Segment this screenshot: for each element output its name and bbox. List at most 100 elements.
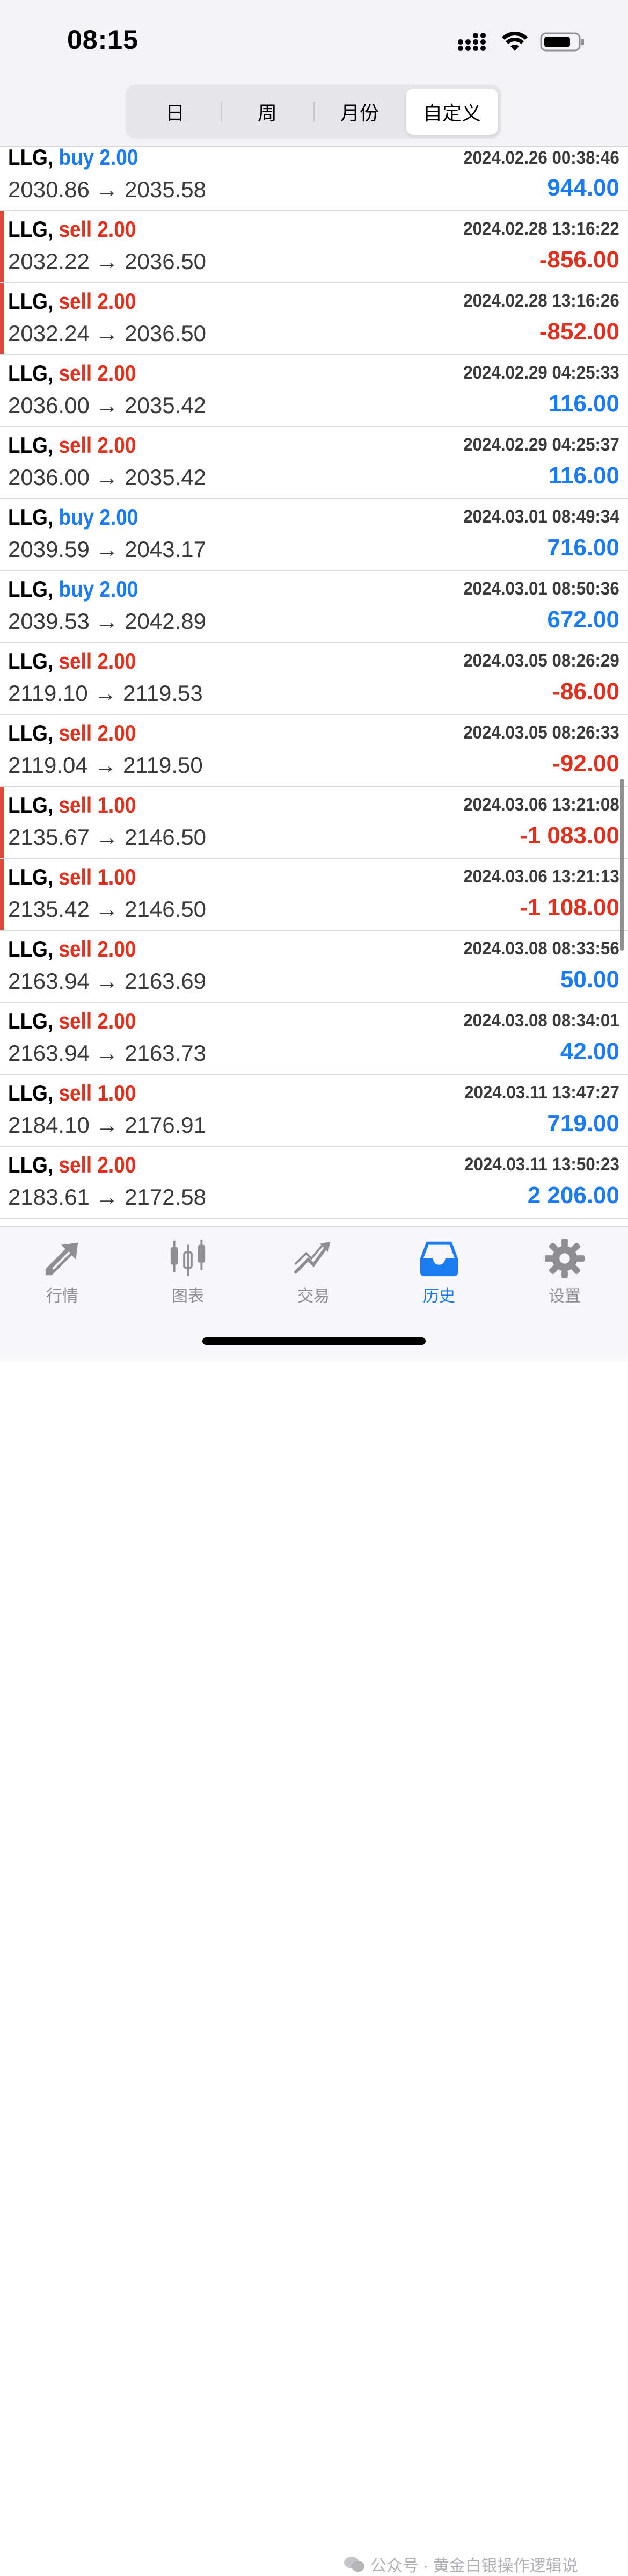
trade-profit: -86.00 [552,678,619,705]
tab-history[interactable]: 历史 [396,1238,482,1306]
arrow: → [96,1112,119,1138]
trade-volume: 2.00 [99,576,138,602]
trade-side-text: sell [59,864,92,889]
tab-chart[interactable]: 图表 [145,1238,231,1306]
tab-custom[interactable]: 自定义 [406,89,498,135]
close-price: 2042.89 [125,609,206,634]
open-price: 2184.10 [8,1112,90,1138]
close-price: 2119.53 [123,681,203,706]
trade-symbol: LLG, [8,216,54,242]
trade-row[interactable]: LLG, buy 2.00 2024.02.26 00:38:46 2030.8… [0,144,628,211]
trade-row[interactable]: LLG, sell 1.00 2024.03.06 13:21:13 2135.… [0,859,628,931]
trade-prices: 2039.53 → 2042.89 [8,609,206,634]
trade-row[interactable]: LLG, sell 1.00 2024.03.11 13:47:27 2184.… [0,1075,628,1147]
open-price: 2039.59 [8,537,90,562]
trade-prices: 2036.00 → 2035.42 [8,393,206,418]
tab-settings[interactable]: 设置 [522,1238,608,1306]
trade-time: 2024.02.29 04:25:33 [463,363,619,383]
trade-time: 2024.03.01 08:50:36 [463,578,619,599]
trade-profit: 50.00 [560,966,619,993]
trade-profit: -856.00 [539,247,619,273]
tab-trade-label: 交易 [297,1287,330,1305]
trade-row[interactable]: LLG, sell 2.00 2024.02.28 13:16:26 2032.… [0,283,628,355]
trade-prices: 2135.67 → 2146.50 [8,824,206,850]
tab-chart-label: 图表 [172,1287,204,1305]
trade-side-text: sell [59,648,92,674]
trade-symbol-side: LLG, sell 2.00 [8,936,136,962]
tab-day[interactable]: 日 [129,89,221,135]
trade-side: buy 2.00 [59,504,138,530]
trade-row[interactable]: LLG, sell 2.00 2024.02.28 13:16:22 2032.… [0,211,628,283]
trade-row[interactable]: LLG, sell 2.00 2024.03.05 08:26:33 2119.… [0,715,628,787]
status-icons [457,31,585,53]
open-price: 2119.10 [8,681,88,706]
trade-symbol-side: LLG, buy 2.00 [8,144,138,170]
trade-symbol-side: LLG, sell 2.00 [8,216,136,242]
arrow: → [96,321,119,346]
trade-symbol: LLG, [8,576,54,602]
tab-trade[interactable]: 交易 [271,1238,356,1306]
trade-row[interactable]: LLG, sell 2.00 2024.03.11 13:50:23 2183.… [0,1147,628,1219]
trade-volume: 2.00 [97,288,136,314]
close-price: 2035.42 [125,465,206,490]
trade-volume: 2.00 [97,216,136,242]
scrollbar[interactable] [620,779,624,951]
trade-profit: 116.00 [548,390,619,417]
trade-volume: 2.00 [97,720,136,746]
trade-time: 2024.03.11 13:50:23 [464,1154,619,1175]
trade-side-text: sell [59,792,92,817]
trade-side: sell 2.00 [59,936,136,961]
trade-side: sell 2.00 [59,432,136,458]
trade-symbol-side: LLG, sell 2.00 [8,648,136,674]
trade-row[interactable]: LLG, sell 2.00 2024.02.29 04:25:37 2036.… [0,427,628,499]
trade-row[interactable]: LLG, sell 2.00 2024.03.05 08:26:29 2119.… [0,643,628,715]
trade-time: 2024.03.01 08:49:34 [463,506,619,527]
tab-month[interactable]: 月份 [313,89,406,135]
arrow: → [96,537,119,562]
open-price: 2036.00 [8,465,90,490]
trade-row[interactable]: LLG, sell 2.00 2024.03.08 08:33:56 2163.… [0,931,628,1003]
trade-symbol: LLG, [8,144,54,170]
close-price: 2172.58 [125,1184,206,1210]
trade-side-text: sell [59,936,92,961]
watermark-text: 公众号 · 黄金白银操作逻辑说 [370,2557,578,2575]
trade-symbol: LLG, [8,792,54,817]
trade-symbol: LLG, [8,936,54,961]
home-indicator[interactable] [202,1337,426,1345]
trade-time: 2024.03.06 13:21:13 [463,866,619,887]
trade-history-list[interactable]: LLG, buy 2.00 2024.02.26 00:38:46 2030.8… [0,144,628,1219]
trade-volume: 2.00 [97,432,136,458]
trade-row[interactable]: LLG, buy 2.00 2024.03.01 08:49:34 2039.5… [0,499,628,571]
trade-row[interactable]: LLG, sell 1.00 2024.03.06 13:21:08 2135.… [0,787,628,859]
open-price: 2163.94 [8,968,90,994]
tab-week[interactable]: 周 [221,89,313,135]
trade-side-text: sell [59,720,92,746]
trade-volume: 2.00 [97,648,136,674]
trade-prices: 2163.94 → 2163.69 [8,968,206,994]
trade-row[interactable]: LLG, sell 2.00 2024.02.29 04:25:33 2036.… [0,355,628,427]
trade-prices: 2032.22 → 2036.50 [8,249,206,274]
trade-profit: 672.00 [547,606,619,633]
trade-side: sell 1.00 [59,1080,136,1105]
tab-quotes[interactable]: 行情 [19,1238,105,1306]
trade-time: 2024.02.29 04:25:37 [463,435,619,455]
close-price: 2036.50 [125,321,206,346]
trade-prices: 2183.61 → 2172.58 [8,1184,206,1210]
trade-row[interactable]: LLG, buy 2.00 2024.03.01 08:50:36 2039.5… [0,571,628,643]
trade-side-text: sell [59,288,92,314]
history-header: 日 周 月份 自定义 [0,81,628,147]
loss-flag [0,859,4,930]
trade-row[interactable]: LLG, sell 2.00 2024.03.08 08:34:01 2163.… [0,1003,628,1075]
trade-symbol-side: LLG, sell 2.00 [8,360,136,386]
arrow: → [96,249,119,274]
open-price: 2039.53 [8,609,90,634]
trade-time: 2024.03.08 08:34:01 [463,1010,619,1031]
trade-prices: 2030.86 → 2035.58 [8,177,206,202]
trade-time: 2024.02.28 13:16:26 [463,291,619,311]
trade-side: buy 2.00 [59,576,138,602]
trade-time: 2024.03.08 08:33:56 [463,938,619,959]
trade-time: 2024.03.06 13:21:08 [463,794,619,815]
arrow: → [96,824,119,850]
trade-symbol-side: LLG, sell 1.00 [8,792,136,818]
close-price: 2176.91 [125,1112,206,1138]
